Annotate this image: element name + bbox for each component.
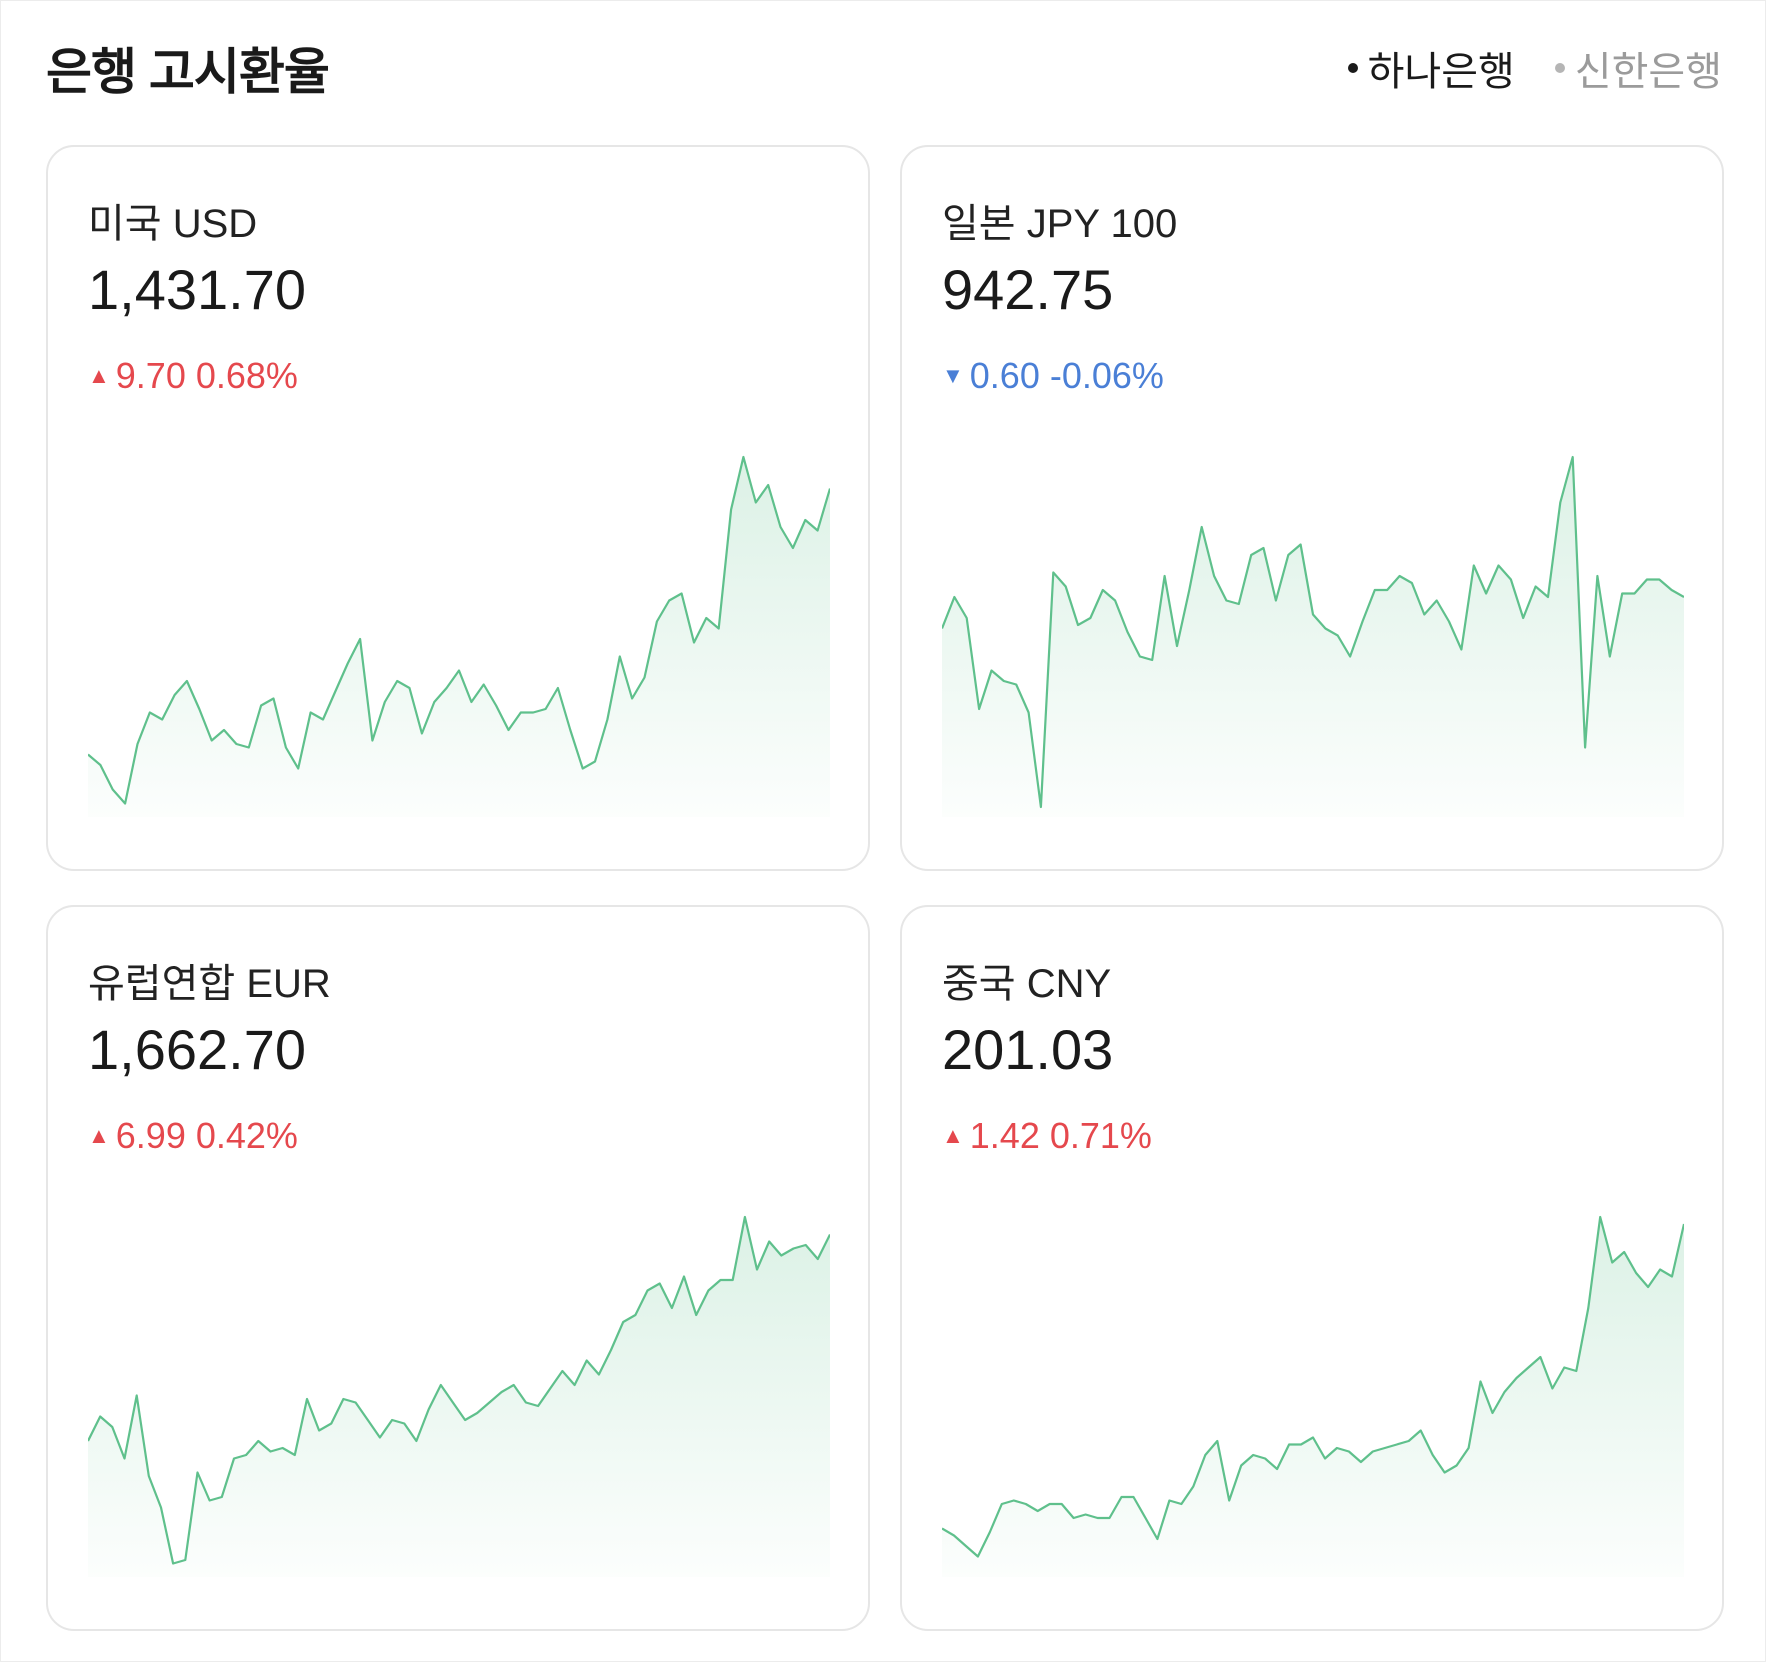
currency-name: 중국 CNY xyxy=(942,962,1112,1006)
sparkline-chart xyxy=(88,455,830,817)
rate-change: ▲ 9.70 0.68% xyxy=(88,355,298,397)
currency-name: 미국 USD xyxy=(88,202,258,246)
sparkline-area xyxy=(88,1217,830,1577)
bank-tab-label: 신한은행 xyxy=(1574,50,1722,94)
arrow-up-icon: ▲ xyxy=(88,1123,110,1148)
sparkline-area xyxy=(88,457,830,817)
arrow-up-icon: ▲ xyxy=(88,363,110,388)
arrow-down-icon: ▼ xyxy=(942,363,964,388)
rate-card-jpy[interactable]: 일본 JPY 100 942.75 ▼ 0.60 -0.06% xyxy=(900,145,1724,871)
rate-card-usd[interactable]: 미국 USD 1,431.70 ▲ 9.70 0.68% xyxy=(46,145,870,871)
sparkline-area xyxy=(942,1217,1684,1577)
sparkline-chart xyxy=(942,455,1684,817)
rate-change-value: 9.70 0.68% xyxy=(115,355,298,396)
bank-tab-shinhan[interactable]: 신한은행 xyxy=(1554,39,1722,97)
page-title: 은행 고시환율 xyxy=(46,44,330,100)
bullet-dot-icon xyxy=(1554,63,1565,73)
rate-change-value: 1.42 0.71% xyxy=(969,1115,1152,1156)
exchange-rate: 1,662.70 xyxy=(88,1018,306,1081)
sparkline-chart xyxy=(88,1215,830,1577)
bullet-dot-icon xyxy=(1347,63,1358,73)
currency-name: 일본 JPY 100 xyxy=(942,202,1178,246)
rate-change-value: 0.60 -0.06% xyxy=(969,355,1164,396)
exchange-rate: 942.75 xyxy=(942,258,1114,321)
rate-change: ▲ 6.99 0.42% xyxy=(88,1115,298,1157)
rate-card-eur[interactable]: 유럽연합 EUR 1,662.70 ▲ 6.99 0.42% xyxy=(46,905,870,1631)
rate-change: ▼ 0.60 -0.06% xyxy=(942,355,1164,397)
rate-card-cny[interactable]: 중국 CNY 201.03 ▲ 1.42 0.71% xyxy=(900,905,1724,1631)
header: 은행 고시환율 하나은행 신한은행 xyxy=(46,28,1722,108)
bank-tab-hana[interactable]: 하나은행 xyxy=(1347,39,1515,97)
sparkline-area xyxy=(942,457,1684,817)
exchange-rate: 201.03 xyxy=(942,1018,1114,1081)
bank-tab-label: 하나은행 xyxy=(1367,50,1515,94)
rate-change: ▲ 1.42 0.71% xyxy=(942,1115,1152,1157)
sparkline-chart xyxy=(942,1215,1684,1577)
rate-change-value: 6.99 0.42% xyxy=(115,1115,298,1156)
bank-tabs: 하나은행 신한은행 xyxy=(1347,39,1722,97)
arrow-up-icon: ▲ xyxy=(942,1123,964,1148)
currency-name: 유럽연합 EUR xyxy=(88,962,331,1006)
exchange-rate: 1,431.70 xyxy=(88,258,306,321)
